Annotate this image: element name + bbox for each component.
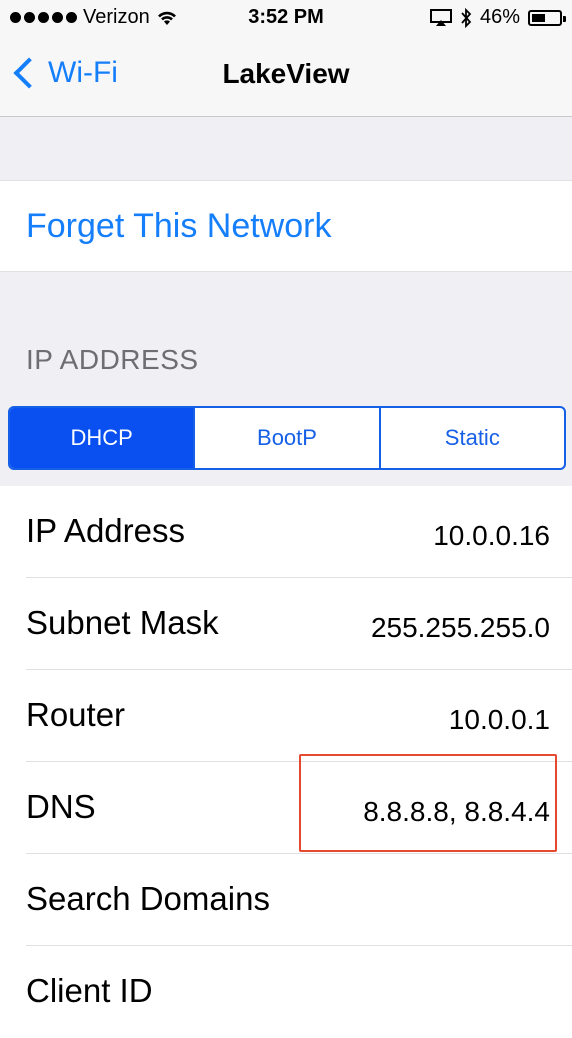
row-client-id[interactable]: Client ID <box>0 946 572 1038</box>
airplay-icon <box>429 8 452 26</box>
battery-icon <box>528 9 566 26</box>
forget-network-button[interactable]: Forget This Network <box>26 207 331 246</box>
dns-highlight-box <box>299 754 557 852</box>
ip-address-section-header: IP ADDRESS <box>26 344 199 375</box>
ip-mode-segmented-control: DHCP BootP Static <box>8 406 566 470</box>
status-bar: Verizon 3:52 PM 46% <box>0 0 572 36</box>
navigation-bar: Wi-Fi LakeView <box>0 36 572 117</box>
forget-network-cell[interactable]: Forget This Network <box>0 180 572 272</box>
segment-static[interactable]: Static <box>378 408 564 468</box>
row-label: Client ID <box>26 972 153 1009</box>
row-label: DNS <box>26 788 96 825</box>
row-value: 10.0.0.1 <box>448 704 550 735</box>
row-value: 10.0.0.16 <box>433 520 550 551</box>
row-search-domains[interactable]: Search Domains <box>0 854 572 946</box>
row-value: 255.255.255.0 <box>370 612 550 643</box>
row-label: Search Domains <box>26 880 270 917</box>
row-label: Subnet Mask <box>26 604 219 641</box>
bluetooth-icon <box>461 7 472 28</box>
page-title: LakeView <box>222 58 350 89</box>
row-ip-address: IP Address 10.0.0.16 <box>0 486 572 578</box>
battery-percent: 46% <box>479 6 520 28</box>
segment-dhcp[interactable]: DHCP <box>10 408 194 468</box>
row-router: Router 10.0.0.1 <box>0 670 572 762</box>
status-right: 46% <box>429 6 566 29</box>
row-label: IP Address <box>26 512 185 549</box>
segment-bootp[interactable]: BootP <box>193 408 378 468</box>
row-subnet-mask: Subnet Mask 255.255.255.0 <box>0 578 572 670</box>
row-label: Router <box>26 696 126 733</box>
